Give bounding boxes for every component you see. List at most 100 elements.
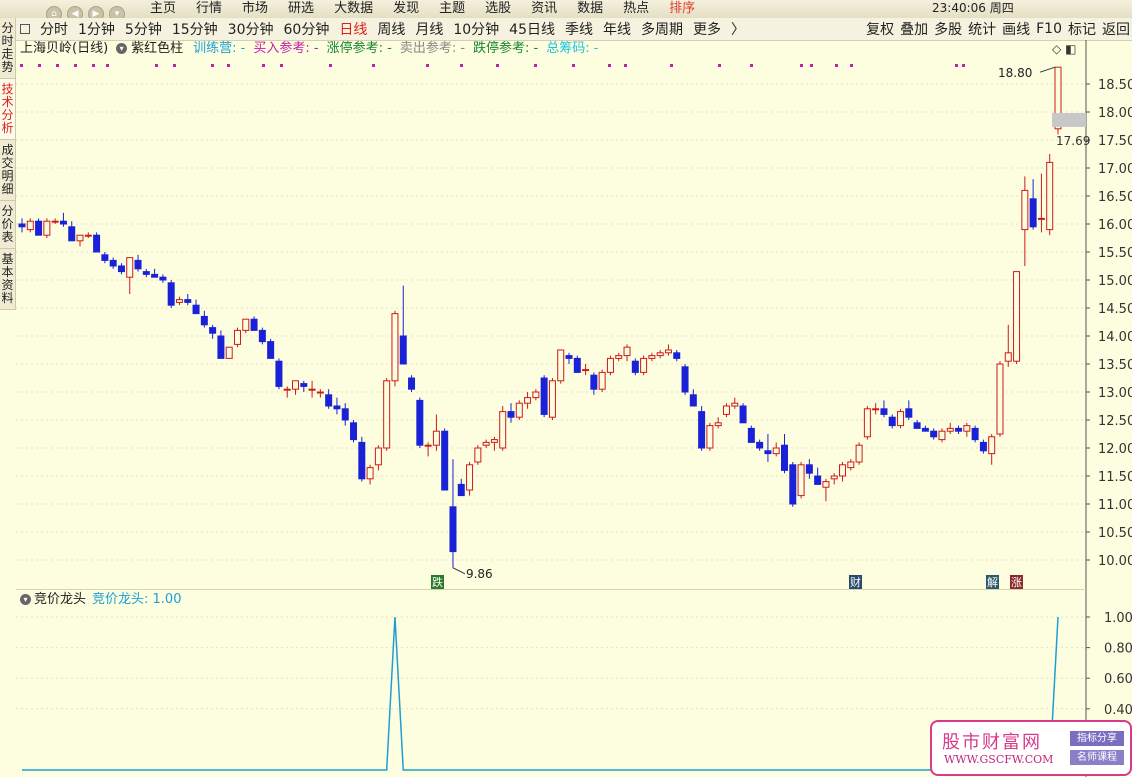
watermark-badge-2: 名师课程: [1070, 750, 1124, 765]
tool-4[interactable]: 画线: [1002, 19, 1030, 39]
y-tick-label: 10.50: [1098, 526, 1132, 541]
candle: [267, 338, 275, 359]
indicator-field-4: 跌停参考: -: [473, 41, 539, 56]
sidebar-tab-1[interactable]: 技术分析: [0, 79, 15, 140]
period-14[interactable]: 更多: [693, 19, 721, 39]
period-2[interactable]: 5分钟: [125, 19, 162, 39]
period-6[interactable]: 日线: [339, 19, 367, 39]
period-1[interactable]: 1分钟: [78, 19, 115, 39]
price-chart[interactable]: 18.50 18.00 17.50 17.00 16.50 16.00 15.50 15.00…: [0, 0, 1132, 777]
period-7[interactable]: 周线: [377, 19, 405, 39]
y-tick-label: 16.50: [1098, 190, 1132, 205]
tool-2[interactable]: 多股: [934, 19, 962, 39]
event-marker-label: 解: [987, 575, 998, 589]
candle: [466, 462, 474, 496]
candle: [590, 372, 598, 395]
sidebar-tab-2[interactable]: 成交明细: [0, 140, 15, 201]
candle: [706, 422, 714, 451]
nav-item-11[interactable]: 排序: [669, 0, 695, 18]
toggle-square-icon[interactable]: [20, 24, 30, 34]
candle: [814, 467, 822, 485]
candle: [441, 428, 449, 491]
period-3[interactable]: 15分钟: [172, 19, 218, 39]
candle: [474, 445, 482, 465]
signal-dot: [426, 64, 429, 67]
sub-indicator-menu-icon[interactable]: ▾: [20, 594, 31, 605]
period-11[interactable]: 季线: [565, 19, 593, 39]
tool-1[interactable]: 叠加: [900, 19, 928, 39]
y-tick-label: 15.00: [1098, 274, 1132, 289]
nav-item-3[interactable]: 研选: [288, 0, 314, 18]
candle: [913, 420, 921, 429]
period-8[interactable]: 月线: [415, 19, 443, 39]
sidebar-tab-4[interactable]: 基本资料: [0, 249, 15, 310]
nav-item-0[interactable]: 主页: [150, 0, 176, 18]
tool-0[interactable]: 复权: [866, 19, 894, 39]
candle: [51, 218, 59, 224]
watermark-logo: 股市财富网 WWW.GSCFW.COM 指标分享 名师课程: [930, 720, 1132, 776]
event-marker-0[interactable]: [431, 575, 444, 589]
indicator-menu-icon[interactable]: ▾: [116, 43, 128, 54]
candle: [805, 459, 813, 479]
nav-item-9[interactable]: 数据: [577, 0, 603, 18]
candle: [59, 212, 67, 227]
candle: [1029, 179, 1037, 230]
sub-indicator-title[interactable]: 竞价龙头: [34, 592, 86, 607]
signal-dot: [534, 64, 537, 67]
candle: [258, 327, 266, 345]
more-chevron-icon[interactable]: 〉: [731, 19, 745, 39]
candle: [606, 355, 614, 376]
period-9[interactable]: 10分钟: [453, 19, 499, 39]
signal-dot: [496, 64, 499, 67]
high-pointer: [1039, 66, 1056, 73]
period-0[interactable]: 分时: [40, 19, 68, 39]
candle: [416, 397, 424, 448]
candle: [142, 268, 150, 278]
indicator-name[interactable]: 紫红色柱: [131, 41, 183, 56]
y-tick-label: 13.00: [1098, 386, 1132, 401]
candle: [897, 408, 905, 429]
candle: [623, 344, 631, 362]
sidebar-tab-3[interactable]: 分价表: [0, 201, 15, 249]
tool-6[interactable]: 标记: [1068, 19, 1096, 39]
candle: [822, 478, 830, 502]
period-13[interactable]: 多周期: [641, 19, 683, 39]
candle: [117, 263, 125, 275]
candle: [366, 464, 374, 485]
nav-item-7[interactable]: 选股: [485, 0, 511, 18]
nav-item-5[interactable]: 发现: [393, 0, 419, 18]
nav-item-6[interactable]: 主题: [439, 0, 465, 18]
candle: [175, 296, 183, 306]
signal-dot: [800, 64, 803, 67]
candle: [341, 403, 349, 426]
tool-7[interactable]: 返回: [1102, 19, 1130, 39]
period-10[interactable]: 45日线: [509, 19, 555, 39]
nav-item-10[interactable]: 热点: [623, 0, 649, 18]
period-12[interactable]: 年线: [603, 19, 631, 39]
candle: [756, 439, 764, 451]
tool-3[interactable]: 统计: [968, 19, 996, 39]
event-marker-3[interactable]: [1010, 575, 1023, 589]
signal-dot: [460, 64, 463, 67]
sidebar-tab-0[interactable]: 分时走势: [0, 18, 15, 79]
event-marker-2[interactable]: [986, 575, 999, 589]
y-tick-label: 11.00: [1098, 498, 1132, 513]
tool-5[interactable]: F10: [1036, 21, 1062, 37]
period-4[interactable]: 30分钟: [228, 19, 274, 39]
nav-item-4[interactable]: 大数据: [334, 0, 373, 18]
diamond-icon[interactable]: ◇: [1052, 42, 1061, 56]
candle: [275, 358, 283, 390]
candle: [515, 400, 523, 420]
candle: [731, 397, 739, 409]
candle: [408, 375, 416, 392]
indicator-field-5: 总筹码: -: [546, 41, 599, 56]
nav-item-8[interactable]: 资讯: [531, 0, 557, 18]
nav-item-2[interactable]: 市场: [242, 0, 268, 18]
nav-item-1[interactable]: 行情: [196, 0, 222, 18]
candle: [242, 318, 250, 334]
candle: [855, 442, 863, 465]
event-marker-1[interactable]: [849, 575, 862, 589]
panel-divider[interactable]: [16, 589, 1086, 590]
period-5[interactable]: 60分钟: [284, 19, 330, 39]
window-toggle-icon[interactable]: ◧: [1065, 42, 1076, 56]
